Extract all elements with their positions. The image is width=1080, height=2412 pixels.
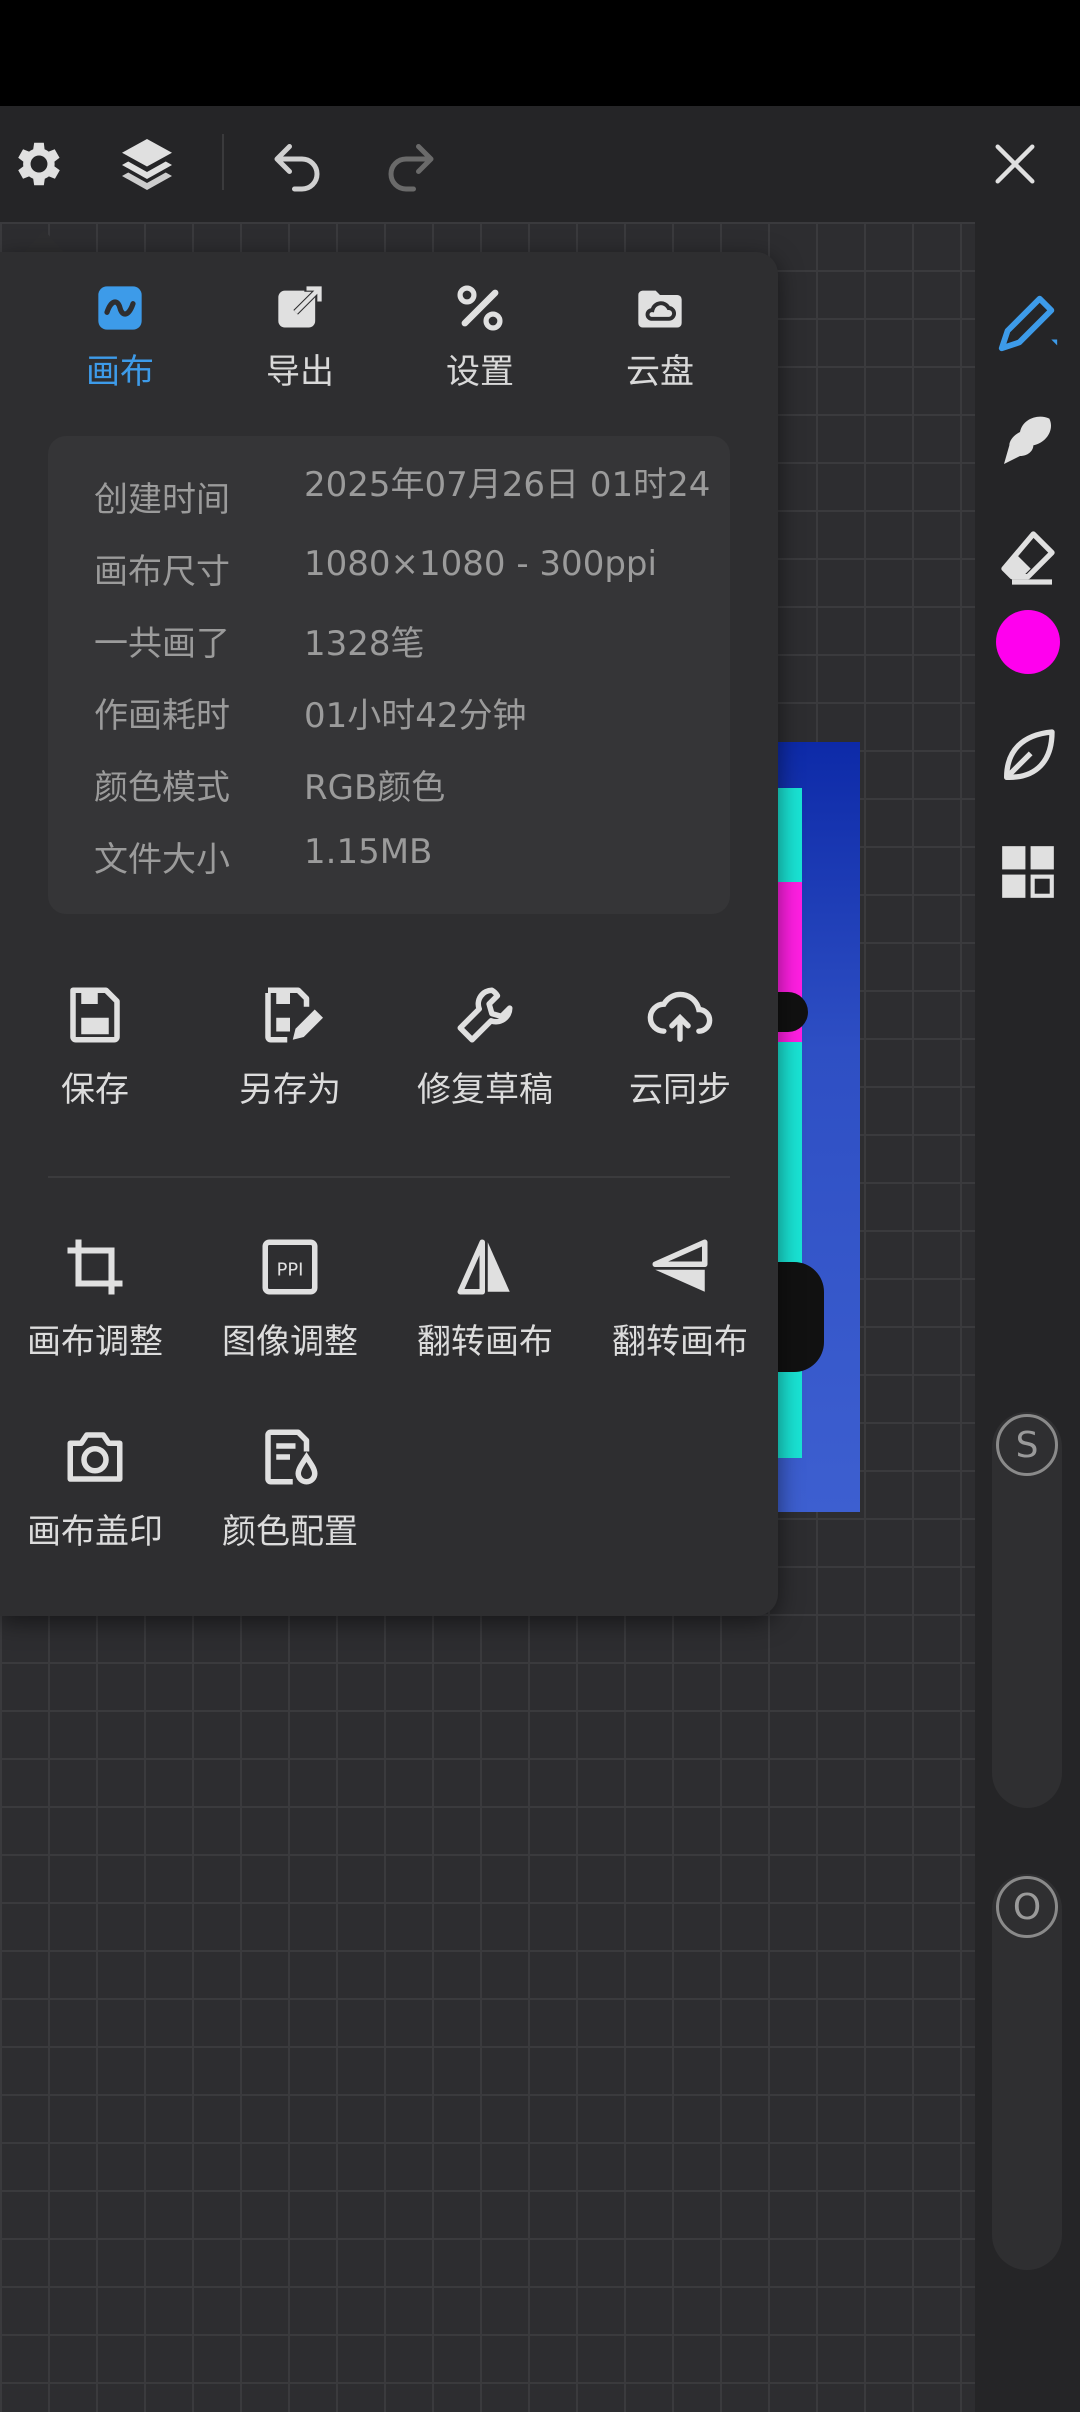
canvas-wave-icon — [98, 286, 142, 330]
info-value: 1.15MB — [304, 832, 433, 872]
info-key: 作画耗时 — [94, 696, 230, 736]
info-value: 2025年07月26日 01时24分 — [304, 465, 711, 505]
color-swatch[interactable] — [975, 592, 1080, 692]
action-label: 云同步 — [629, 1070, 731, 1110]
toolbar-divider — [222, 134, 224, 190]
svg-text:PPI: PPI — [277, 1259, 304, 1280]
action-label: 翻转画布 — [612, 1322, 748, 1362]
tab-label: 画布 — [86, 352, 154, 392]
brush-opacity-knob[interactable]: O — [996, 1876, 1058, 1938]
save-as-button[interactable]: 另存为 — [195, 982, 385, 1132]
crop-icon — [67, 1239, 123, 1295]
wrench-icon — [457, 987, 513, 1043]
info-key: 颜色模式 — [94, 768, 230, 808]
divider — [48, 1176, 730, 1178]
info-value: 1328笔 — [304, 624, 425, 660]
canvas-menu-popup: 画布 导出 设置 云盘 创建时间 2025年07月26日 01时24分 画布尺寸… — [0, 252, 778, 1616]
tab-cloud-drive[interactable]: 云盘 — [590, 282, 730, 402]
tab-settings[interactable]: 设置 — [410, 282, 550, 402]
info-value: RGB颜色 — [304, 768, 446, 804]
color-config-icon — [265, 1429, 318, 1485]
save-icon — [70, 987, 120, 1043]
gear-icon[interactable] — [4, 106, 74, 222]
popup-pointer — [24, 230, 64, 252]
ppi-icon: PPI — [262, 1239, 318, 1295]
slider-size-label: S — [1015, 1424, 1039, 1466]
info-row-created: 创建时间 2025年07月26日 01时24分 — [94, 462, 714, 534]
info-row-size: 画布尺寸 1080×1080 - 300ppi — [94, 534, 714, 606]
close-icon[interactable] — [980, 106, 1050, 222]
flip-vertical-icon — [652, 1239, 708, 1292]
tab-export[interactable]: 导出 — [230, 282, 370, 402]
layers-icon[interactable] — [112, 106, 182, 222]
cloud-sync-button[interactable]: 云同步 — [585, 982, 775, 1132]
cloud-sync-icon — [647, 991, 713, 1042]
status-bar — [0, 0, 1080, 106]
save-button[interactable]: 保存 — [0, 982, 190, 1132]
action-label: 保存 — [61, 1070, 129, 1110]
cloud-folder-icon — [638, 290, 682, 328]
tab-label: 云盘 — [626, 352, 694, 392]
tab-label: 设置 — [446, 352, 514, 392]
info-row-duration: 作画耗时 01小时42分钟 — [94, 678, 714, 750]
action-label: 另存为 — [239, 1070, 341, 1110]
artwork-canvas[interactable] — [778, 742, 860, 1512]
top-toolbar — [0, 106, 1080, 222]
info-key: 画布尺寸 — [94, 552, 230, 592]
artwork-shape — [778, 992, 808, 1032]
canvas-stamp-button[interactable]: 画布盖印 — [0, 1424, 190, 1574]
info-key: 创建时间 — [94, 480, 230, 520]
info-value: 01小时42分钟 — [304, 696, 527, 732]
canvas-info-panel: 创建时间 2025年07月26日 01时24分 画布尺寸 1080×1080 -… — [48, 436, 730, 914]
tab-canvas[interactable]: 画布 — [50, 282, 190, 402]
leaf-icon[interactable] — [975, 706, 1080, 806]
info-key: 文件大小 — [94, 840, 230, 880]
tools-icon — [457, 285, 503, 331]
info-value: 1080×1080 - 300ppi — [304, 544, 657, 584]
action-label: 翻转画布 — [417, 1322, 553, 1362]
undo-icon[interactable] — [262, 106, 332, 222]
info-row-strokes: 一共画了 1328笔 — [94, 606, 714, 678]
info-row-file-size: 文件大小 1.15MB — [94, 822, 714, 894]
action-label: 画布调整 — [27, 1322, 163, 1362]
info-key: 一共画了 — [94, 624, 230, 664]
info-row-color-mode: 颜色模式 RGB颜色 — [94, 750, 714, 822]
tab-label: 导出 — [266, 352, 334, 392]
brush-icon[interactable] — [975, 272, 1080, 372]
export-icon — [278, 285, 323, 328]
color-config-button[interactable]: 颜色配置 — [195, 1424, 385, 1574]
flip-horizontal-icon — [457, 1239, 510, 1295]
save-as-icon — [265, 987, 323, 1043]
action-label: 画布盖印 — [27, 1512, 163, 1552]
repair-draft-button[interactable]: 修复草稿 — [390, 982, 580, 1132]
camera-icon — [67, 1432, 123, 1482]
action-label: 颜色配置 — [222, 1512, 358, 1552]
redo-icon[interactable] — [376, 106, 446, 222]
flip-horizontal-button[interactable]: 翻转画布 — [390, 1234, 580, 1384]
artwork-shape — [778, 1262, 824, 1372]
smudge-icon[interactable] — [975, 390, 1080, 490]
slider-opacity-label: O — [1012, 1886, 1042, 1928]
brush-size-knob[interactable]: S — [996, 1414, 1058, 1476]
canvas-adjust-button[interactable]: 画布调整 — [0, 1234, 190, 1384]
image-adjust-button[interactable]: PPI 图像调整 — [195, 1234, 385, 1384]
action-label: 图像调整 — [222, 1322, 358, 1362]
action-label: 修复草稿 — [417, 1070, 553, 1110]
flip-vertical-button[interactable]: 翻转画布 — [585, 1234, 775, 1384]
panels-icon[interactable] — [975, 822, 1080, 922]
